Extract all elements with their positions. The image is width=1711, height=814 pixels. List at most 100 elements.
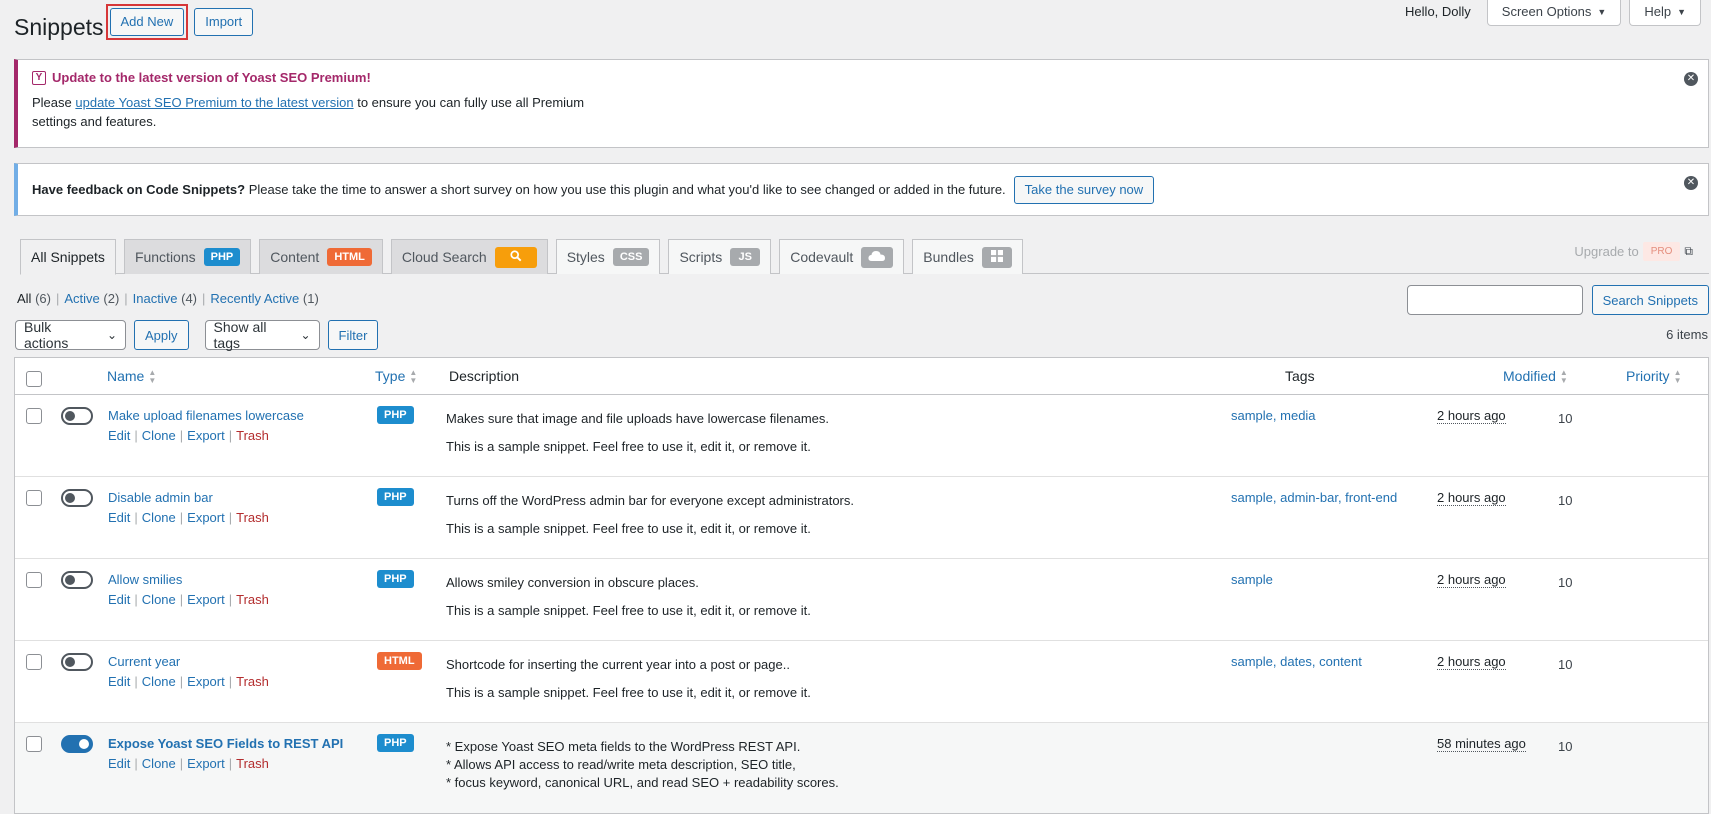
bulk-actions-select[interactable]: Bulk actions ⌄	[15, 319, 126, 351]
filter-button[interactable]: Filter	[327, 320, 379, 350]
clone-link[interactable]: Clone	[142, 674, 176, 689]
snippet-name-link[interactable]: Allow smilies	[108, 572, 182, 587]
tab-functions[interactable]: Functions PHP	[123, 239, 252, 274]
column-priority[interactable]: Priority ▲ ▼	[1626, 368, 1681, 385]
tab-styles[interactable]: Styles CSS	[555, 239, 661, 274]
css-badge: CSS	[612, 248, 650, 266]
dismiss-icon[interactable]: ✕	[1684, 72, 1698, 86]
view-inactive[interactable]: Inactive (4)	[133, 291, 197, 306]
add-new-button[interactable]: Add New	[109, 7, 185, 36]
activation-toggle[interactable]	[61, 407, 93, 425]
priority-value[interactable]: 10	[1558, 411, 1572, 426]
edit-link[interactable]: Edit	[108, 756, 130, 771]
upgrade-to-pro[interactable]: Upgrade to PRO ⧉	[1574, 242, 1693, 261]
priority-value[interactable]: 10	[1558, 575, 1572, 590]
apply-button[interactable]: Apply	[134, 320, 189, 350]
priority-value[interactable]: 10	[1558, 493, 1572, 508]
tab-content[interactable]: Content HTML	[259, 239, 383, 274]
yoast-notice-body: Please update Yoast SEO Premium to the l…	[32, 93, 632, 131]
column-type[interactable]: Type ▲ ▼	[375, 368, 417, 385]
clone-link[interactable]: Clone	[142, 510, 176, 525]
description-line: * focus keyword, canonical URL, and read…	[446, 775, 839, 790]
activation-toggle[interactable]	[61, 571, 93, 589]
trash-link[interactable]: Trash	[236, 428, 269, 443]
clone-link[interactable]: Clone	[142, 592, 176, 607]
cloud-icon	[861, 246, 894, 268]
snippet-name-link[interactable]: Disable admin bar	[108, 490, 213, 505]
toggle-knob	[65, 411, 75, 421]
trash-link[interactable]: Trash	[236, 756, 269, 771]
row-actions: Edit | Clone | Export | Trash	[108, 428, 269, 443]
tab-label: Functions	[134, 249, 196, 265]
edit-link[interactable]: Edit	[108, 674, 130, 689]
snippet-tags[interactable]: sample, media	[1231, 408, 1316, 423]
import-button[interactable]: Import	[194, 7, 254, 36]
tab-all-snippets[interactable]: All Snippets	[20, 239, 116, 275]
search-input[interactable]	[1406, 285, 1583, 315]
yoast-update-link[interactable]: update Yoast SEO Premium to the latest v…	[75, 95, 353, 110]
php-badge: PHP	[203, 248, 241, 266]
yoast-title-text: Update to the latest version of Yoast SE…	[52, 70, 371, 85]
page-header: Snippets Add New Import	[14, 3, 254, 41]
snippet-name-link[interactable]: Expose Yoast SEO Fields to REST API	[108, 736, 343, 751]
select-all-checkbox[interactable]	[26, 371, 42, 387]
snippet-type-tabs: All Snippets Functions PHP Content HTML …	[20, 239, 1709, 275]
tags-filter-select[interactable]: Show all tags ⌄	[204, 319, 320, 351]
export-link[interactable]: Export	[187, 674, 225, 689]
snippet-tags[interactable]: sample, admin-bar, front-end	[1231, 490, 1397, 505]
search-snippets-button[interactable]: Search Snippets	[1591, 285, 1709, 315]
priority-value[interactable]: 10	[1558, 657, 1572, 672]
row-checkbox[interactable]	[26, 490, 42, 506]
activation-toggle[interactable]	[61, 653, 93, 671]
tab-label: Content	[270, 249, 320, 265]
export-link[interactable]: Export	[187, 428, 225, 443]
column-modified[interactable]: Modified ▲ ▼	[1503, 368, 1568, 385]
tab-codevault[interactable]: Codevault	[779, 239, 905, 274]
tab-cloud-search[interactable]: Cloud Search	[390, 239, 548, 274]
tab-scripts[interactable]: Scripts JS	[668, 239, 772, 274]
snippet-name-link[interactable]: Make upload filenames lowercase	[108, 408, 304, 423]
survey-notice: Have feedback on Code Snippets? Please t…	[14, 163, 1709, 216]
tab-label: Bundles	[923, 249, 974, 265]
snippet-description: Turns off the WordPress admin bar for ev…	[446, 492, 854, 548]
help-button[interactable]: Help ▼	[1629, 0, 1701, 26]
edit-link[interactable]: Edit	[108, 428, 130, 443]
column-name[interactable]: Name ▲ ▼	[107, 368, 156, 385]
row-checkbox[interactable]	[26, 736, 42, 752]
view-all[interactable]: All (6)	[17, 291, 51, 306]
snippet-name-link[interactable]: Current year	[108, 654, 180, 669]
clone-link[interactable]: Clone	[142, 428, 176, 443]
row-checkbox[interactable]	[26, 572, 42, 588]
take-survey-button[interactable]: Take the survey now	[1013, 175, 1155, 204]
export-link[interactable]: Export	[187, 756, 225, 771]
trash-link[interactable]: Trash	[236, 674, 269, 689]
snippet-tags[interactable]: sample, dates, content	[1231, 654, 1362, 669]
view-active[interactable]: Active (2)	[64, 291, 119, 306]
tab-label: Codevault	[790, 249, 854, 265]
snippet-description: Shortcode for inserting the current year…	[446, 656, 811, 712]
snippet-tags[interactable]: sample	[1231, 572, 1273, 587]
row-checkbox[interactable]	[26, 654, 42, 670]
tags-filter-label: Show all tags	[213, 319, 267, 351]
edit-link[interactable]: Edit	[108, 592, 130, 607]
grid-icon	[981, 246, 1012, 268]
description-line: This is a sample snippet. Feel free to u…	[446, 685, 811, 700]
export-link[interactable]: Export	[187, 510, 225, 525]
export-link[interactable]: Export	[187, 592, 225, 607]
type-badge: PHP	[377, 570, 414, 588]
tab-bundles[interactable]: Bundles	[912, 239, 1023, 274]
view-recently-active[interactable]: Recently Active (1)	[210, 291, 318, 306]
row-checkbox[interactable]	[26, 408, 42, 424]
dismiss-icon[interactable]: ✕	[1684, 176, 1698, 190]
trash-link[interactable]: Trash	[236, 592, 269, 607]
priority-value[interactable]: 10	[1558, 739, 1572, 754]
tab-label: All Snippets	[31, 249, 105, 265]
activation-toggle[interactable]	[61, 735, 93, 753]
screen-options-button[interactable]: Screen Options ▼	[1486, 0, 1622, 26]
table-row: Disable admin bar Edit | Clone | Export | Tras…	[15, 477, 1708, 559]
trash-link[interactable]: Trash	[236, 510, 269, 525]
edit-link[interactable]: Edit	[108, 510, 130, 525]
activation-toggle[interactable]	[61, 489, 93, 507]
description-line: This is a sample snippet. Feel free to u…	[446, 603, 811, 618]
clone-link[interactable]: Clone	[142, 756, 176, 771]
